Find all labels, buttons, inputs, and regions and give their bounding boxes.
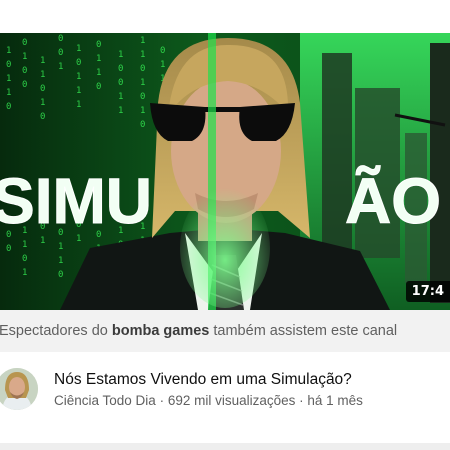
svg-text:0: 0 xyxy=(58,48,63,58)
thumbnail-art: 1 0 1 1 0 1 0 0 0 1 0 0 1 1 0 1 1 1 0 1 0 0 1 0 0 1 1 0 1 1 0 1 0 1 1 1… xyxy=(0,33,450,310)
svg-text:1: 1 xyxy=(58,62,63,72)
svg-text:1: 1 xyxy=(96,68,101,78)
previous-item-cutoff xyxy=(0,0,450,33)
svg-text:0: 0 xyxy=(76,58,81,68)
svg-text:1: 1 xyxy=(118,50,123,60)
svg-text:1: 1 xyxy=(160,60,165,70)
avatar-image xyxy=(0,368,38,410)
recommendation-prefix: Espectadores do xyxy=(0,323,112,339)
svg-text:0: 0 xyxy=(58,34,63,44)
recommendation-reason: Espectadores do bomba games também assis… xyxy=(0,310,450,352)
svg-text:0: 0 xyxy=(140,64,145,74)
svg-text:0: 0 xyxy=(22,38,27,48)
svg-text:1: 1 xyxy=(96,54,101,64)
svg-text:0: 0 xyxy=(6,244,11,254)
svg-text:1: 1 xyxy=(58,256,63,266)
svg-text:1: 1 xyxy=(22,268,27,278)
svg-text:0: 0 xyxy=(6,60,11,70)
section-divider xyxy=(0,443,450,450)
svg-text:0: 0 xyxy=(58,270,63,280)
svg-text:1: 1 xyxy=(40,98,45,108)
svg-text:0: 0 xyxy=(22,254,27,264)
recommendation-text: Espectadores do bomba games também assis… xyxy=(0,323,397,339)
svg-text:1: 1 xyxy=(140,78,145,88)
svg-text:1: 1 xyxy=(76,86,81,96)
svg-text:1: 1 xyxy=(140,36,145,46)
meta-separator-2: · xyxy=(295,393,308,408)
svg-text:0: 0 xyxy=(22,66,27,76)
channel-avatar[interactable] xyxy=(0,368,38,410)
meta-separator: · xyxy=(155,393,168,408)
svg-text:1: 1 xyxy=(76,100,81,110)
duration-badge: 17:4 xyxy=(405,281,450,302)
svg-text:1: 1 xyxy=(76,44,81,54)
svg-text:1: 1 xyxy=(118,92,123,102)
svg-text:0: 0 xyxy=(22,80,27,90)
svg-text:0: 0 xyxy=(96,40,101,50)
svg-text:1: 1 xyxy=(58,242,63,252)
svg-text:1: 1 xyxy=(6,88,11,98)
view-count: 692 mil visualizações xyxy=(167,393,296,408)
svg-text:0: 0 xyxy=(140,92,145,102)
recommendation-suffix: também assistem este canal xyxy=(209,323,398,339)
svg-text:1: 1 xyxy=(40,56,45,66)
svg-text:0: 0 xyxy=(40,84,45,94)
svg-text:0: 0 xyxy=(6,102,11,112)
video-title[interactable]: Nós Estamos Vivendo em uma Simulação? xyxy=(54,371,352,389)
channel-name[interactable]: Ciência Todo Dia xyxy=(54,393,156,408)
svg-text:0: 0 xyxy=(96,82,101,92)
svg-text:1: 1 xyxy=(22,240,27,250)
svg-text:0: 0 xyxy=(140,120,145,130)
recommendation-channel[interactable]: bomba games xyxy=(112,323,210,339)
video-thumbnail[interactable]: 1 0 1 1 0 1 0 0 0 1 0 0 1 1 0 1 1 1 0 1 0 0 1 0 0 1 1 0 1 1 0 1 0 1 1 1… xyxy=(0,33,450,310)
video-metadata: Ciência Todo Dia · 692 mil visualizações… xyxy=(54,393,363,408)
svg-text:0: 0 xyxy=(118,78,123,88)
svg-text:0: 0 xyxy=(160,46,165,56)
svg-text:0: 0 xyxy=(40,112,45,122)
thumbnail-title-left: SIMU xyxy=(0,165,152,237)
video-info-row[interactable]: Nós Estamos Vivendo em uma Simulação? Ci… xyxy=(0,352,450,432)
svg-text:1: 1 xyxy=(6,74,11,84)
svg-text:1: 1 xyxy=(140,106,145,116)
thumbnail-title-right: ÃO xyxy=(345,165,441,237)
svg-text:1: 1 xyxy=(118,106,123,116)
svg-text:1: 1 xyxy=(22,52,27,62)
svg-text:1: 1 xyxy=(140,50,145,60)
svg-text:1: 1 xyxy=(40,70,45,80)
svg-text:1: 1 xyxy=(40,236,45,246)
svg-text:1: 1 xyxy=(76,72,81,82)
svg-text:0: 0 xyxy=(118,64,123,74)
svg-text:1: 1 xyxy=(6,46,11,56)
upload-age: há 1 mês xyxy=(307,393,363,408)
